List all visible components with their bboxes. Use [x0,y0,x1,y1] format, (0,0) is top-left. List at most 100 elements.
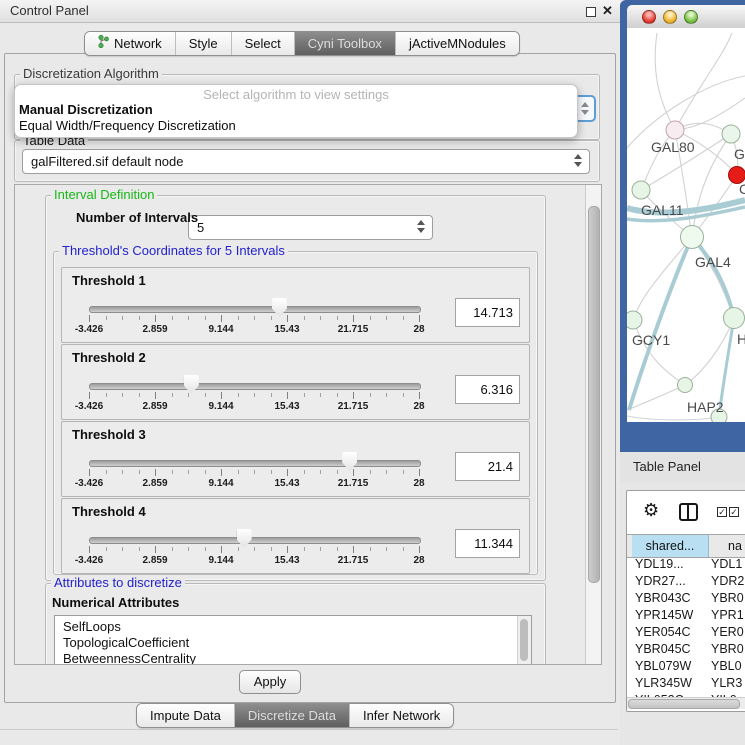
algorithm-hint: Select algorithm to view settings [15,87,577,102]
combo-stepper-icon [581,102,589,117]
combo-stepper-icon [417,220,425,235]
node-hap2[interactable] [678,378,693,393]
table-horizontal-scrollbar[interactable] [627,697,745,709]
minimize-traffic-light-icon[interactable] [663,10,677,24]
tick-label: 2.859 [142,324,167,335]
node-gal4[interactable] [681,226,704,249]
numerical-attributes-list[interactable]: SelfLoopsTopologicalCoefficientBetweenne… [54,615,532,665]
table-row[interactable]: YBR045CYBR0 [627,641,745,658]
tick-label: 28 [413,478,424,489]
node-h[interactable] [724,308,745,329]
tick-label: -3.426 [75,401,103,412]
checkbox-icon[interactable]: ✓ [717,507,727,517]
attribute-item[interactable]: BetweennessCentrality [55,651,531,665]
tick-label: 28 [413,555,424,566]
gear-icon[interactable]: ⚙ [643,500,659,521]
discretization-algorithm-title: Discretization Algorithm [20,66,162,81]
attribute-item[interactable]: TopologicalCoefficient [55,635,531,651]
settings-scroll-container: Interval Definition Number of Intervals … [14,184,602,665]
node-top-right[interactable] [722,125,740,143]
tab-impute-data[interactable]: Impute Data [137,704,234,727]
columns-icon[interactable] [679,503,698,521]
settings-scrollbar[interactable] [585,185,601,664]
tab-cyni-toolbox[interactable]: Cyni Toolbox [294,32,395,55]
network-view-window: GAL80 GA C GAL11 GAL4 GCY1 H HAP2 [620,0,745,452]
slider-track [89,460,421,467]
close-icon[interactable]: ✕ [602,3,613,19]
label-partial-top: GA [734,146,745,162]
tick-label: 2.859 [142,401,167,412]
threshold-1-label: Threshold 1 [72,273,146,288]
slider-thumb[interactable] [237,529,252,548]
slider-thumb[interactable] [184,375,199,394]
tab-infer-network[interactable]: Infer Network [349,704,453,727]
tick-label: 9.144 [208,324,233,335]
table-row[interactable]: YBL079WYBL0 [627,658,745,675]
table-row[interactable]: YPR145WYPR1 [627,607,745,624]
table-row[interactable]: YBR043CYBR0 [627,590,745,607]
table-row[interactable]: YDL19...YDL1 [627,556,745,573]
attributes-group-title: Attributes to discretize [51,575,185,590]
tab-select[interactable]: Select [231,32,294,55]
apply-button[interactable]: Apply [239,670,301,694]
table-row[interactable]: YER054CYER0 [627,624,745,641]
zoom-traffic-light-icon[interactable] [684,10,698,24]
tab-jactivemnodules[interactable]: jActiveMNodules [395,32,519,55]
threshold-2-slider[interactable]: -3.4262.8599.14415.4321.71528 [89,378,419,416]
network-node-labels: GAL80 GA C GAL11 GAL4 GCY1 H HAP2 [632,139,745,415]
threshold-1-slider[interactable]: -3.4262.8599.14415.4321.71528 [89,301,419,339]
tab-discretize-data[interactable]: Discretize Data [234,704,349,727]
threshold-4-slider[interactable]: -3.4262.8599.14415.4321.71528 [89,532,419,570]
table-row[interactable]: YDR27...YDR2 [627,573,745,590]
label-hap2: HAP2 [687,399,724,415]
column-header-name[interactable]: na [709,535,745,557]
threshold-4-value-field[interactable]: 11.344 [455,529,520,558]
checkbox-icon[interactable]: ✓ [729,507,739,517]
number-of-intervals-label: Number of Intervals [73,210,201,225]
label-gcy1: GCY1 [632,332,670,348]
number-of-intervals-combobox[interactable]: 5 [188,215,433,240]
table-data-combobox[interactable]: galFiltered.sif default node [22,149,590,174]
node-gal80[interactable] [666,121,684,139]
threshold-1-value-field[interactable]: 14.713 [455,298,520,327]
column-header-shared-name[interactable]: shared... [632,535,709,557]
node-gal11[interactable] [632,181,650,199]
list-scrollbar[interactable] [517,616,531,665]
panel-bottom-divider [0,729,618,730]
interval-definition-title: Interval Definition [51,187,157,202]
network-nodes [627,121,745,422]
network-window-titlebar[interactable] [627,5,745,29]
tick-label: 21.715 [338,401,369,412]
threshold-2-block: Threshold 2 -3.4262.8599.14415.4321.7152… [61,344,530,420]
label-gal11: GAL11 [641,202,684,218]
tick-label: 9.144 [208,401,233,412]
slider-thumb[interactable] [272,298,287,317]
control-panel-tabs: Network Style Select Cyni Toolbox jActiv… [84,31,520,56]
threshold-3-value-field[interactable]: 21.4 [455,452,520,481]
label-gal80: GAL80 [651,139,695,155]
attribute-item[interactable]: SelfLoops [55,619,531,635]
tick-label: -3.426 [75,555,103,566]
algorithm-option-manual[interactable]: Manual Discretization [15,102,577,118]
slider-thumb[interactable] [342,452,357,471]
table-panel-title: Table Panel [633,459,701,474]
tick-label: 21.715 [338,324,369,335]
table-header-row: shared... na [627,534,745,558]
tick-label: 28 [413,324,424,335]
tick-label: 28 [413,401,424,412]
threshold-3-block: Threshold 3 -3.4262.8599.14415.4321.7152… [61,421,530,497]
tab-network[interactable]: Network [85,32,175,55]
close-traffic-light-icon[interactable] [642,10,656,24]
tick-label: 2.859 [142,555,167,566]
threshold-3-label: Threshold 3 [72,427,146,442]
network-canvas[interactable]: GAL80 GA C GAL11 GAL4 GCY1 H HAP2 [627,28,745,422]
node-table: ⚙ ✓ ✓ shared... na YDL19...YDL1YDR27...Y… [626,490,745,712]
label-partial-h: H [737,331,745,347]
node-gcy1[interactable] [627,311,642,329]
threshold-3-slider[interactable]: -3.4262.8599.14415.4321.71528 [89,455,419,493]
table-row[interactable]: YLR345WYLR3 [627,675,745,692]
float-window-icon[interactable] [586,7,596,17]
threshold-2-value-field[interactable]: 6.316 [455,375,520,404]
algorithm-option-equal-width[interactable]: Equal Width/Frequency Discretization [15,118,577,134]
tab-style[interactable]: Style [175,32,231,55]
